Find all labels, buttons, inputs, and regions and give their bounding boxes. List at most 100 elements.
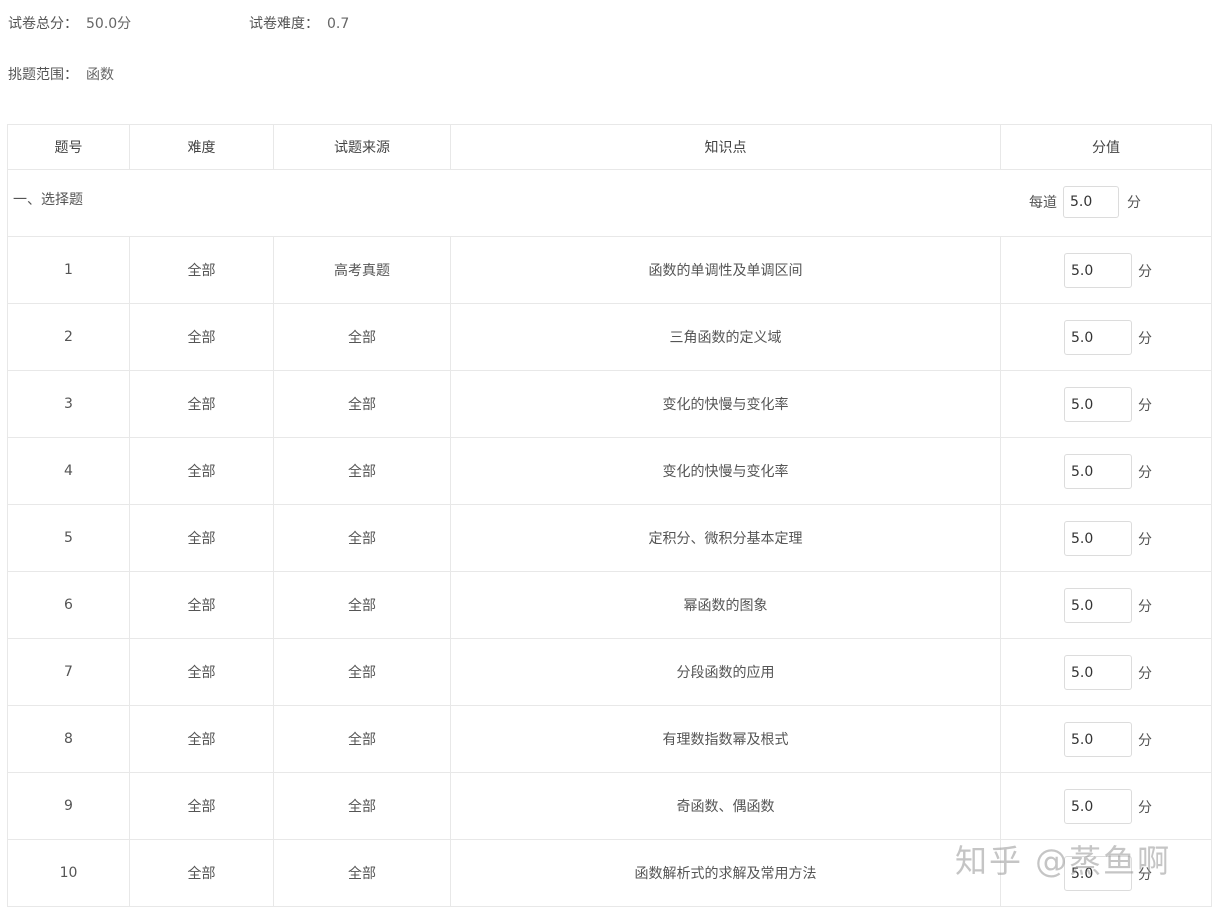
question-score-cell: 分 — [1000, 638, 1212, 706]
question-score-cell: 分 — [1000, 437, 1212, 505]
question-source: 全部 — [273, 571, 451, 639]
question-source: 全部 — [273, 303, 451, 371]
table-row: 4全部全部变化的快慢与变化率分 — [7, 437, 1212, 505]
per-question-unit: 分 — [1127, 195, 1141, 211]
question-score: 分 — [1064, 856, 1152, 891]
question-score-input[interactable] — [1064, 588, 1132, 623]
question-score-input[interactable] — [1064, 387, 1132, 422]
question-score: 分 — [1064, 521, 1152, 556]
question-score-unit: 分 — [1138, 263, 1152, 280]
difficulty-label: 试卷难度： — [249, 16, 319, 32]
total-score-label: 试卷总分： — [8, 16, 78, 32]
question-score-unit: 分 — [1138, 732, 1152, 749]
table-header-row: 题号 难度 试题来源 知识点 分值 — [7, 124, 1212, 170]
question-score: 分 — [1064, 588, 1152, 623]
question-knowledge-point: 函数的单调性及单调区间 — [450, 236, 1001, 304]
question-score: 分 — [1064, 454, 1152, 489]
question-knowledge-point: 三角函数的定义域 — [450, 303, 1001, 371]
question-score-cell: 分 — [1000, 370, 1212, 438]
scope-line: 挑题范围： 函数 — [8, 64, 114, 84]
question-source: 全部 — [273, 638, 451, 706]
header-source: 试题来源 — [273, 124, 451, 170]
question-score-cell: 分 — [1000, 504, 1212, 572]
question-source: 全部 — [273, 370, 451, 438]
question-score-input[interactable] — [1064, 521, 1132, 556]
question-difficulty: 全部 — [129, 638, 274, 706]
question-score-input[interactable] — [1064, 253, 1132, 288]
question-score-cell: 分 — [1000, 772, 1212, 840]
header-knowledge: 知识点 — [450, 124, 1001, 170]
question-score-input[interactable] — [1064, 655, 1132, 690]
question-difficulty: 全部 — [129, 236, 274, 304]
question-score-cell: 分 — [1000, 303, 1212, 371]
question-score: 分 — [1064, 722, 1152, 757]
section-cell: 一、选择题 每道 分 — [7, 169, 1212, 237]
question-score-input[interactable] — [1064, 454, 1132, 489]
table-row: 2全部全部三角函数的定义域分 — [7, 303, 1212, 371]
table-row: 3全部全部变化的快慢与变化率分 — [7, 370, 1212, 438]
question-score-input[interactable] — [1064, 856, 1132, 891]
question-number: 9 — [7, 772, 130, 840]
table-row: 7全部全部分段函数的应用分 — [7, 638, 1212, 706]
question-score-unit: 分 — [1138, 866, 1152, 883]
question-source: 全部 — [273, 437, 451, 505]
question-knowledge-point: 函数解析式的求解及常用方法 — [450, 839, 1001, 907]
question-score: 分 — [1064, 320, 1152, 355]
question-difficulty: 全部 — [129, 437, 274, 505]
question-number: 10 — [7, 839, 130, 907]
difficulty-group: 试卷难度： 0.7 — [249, 13, 349, 33]
question-score: 分 — [1064, 253, 1152, 288]
question-difficulty: 全部 — [129, 571, 274, 639]
per-question-label: 每道 — [1029, 195, 1057, 211]
section-title: 一、选择题 — [13, 192, 83, 208]
per-question-score-input[interactable] — [1063, 186, 1119, 218]
question-source: 全部 — [273, 772, 451, 840]
question-table: 题号 难度 试题来源 知识点 分值 一、选择题 每道 分 1全部高考真题函数的单… — [7, 124, 1212, 907]
question-score-unit: 分 — [1138, 330, 1152, 347]
table-row: 6全部全部幂函数的图象分 — [7, 571, 1212, 639]
question-knowledge-point: 幂函数的图象 — [450, 571, 1001, 639]
table-row: 10全部全部函数解析式的求解及常用方法分 — [7, 839, 1212, 907]
question-score-cell: 分 — [1000, 705, 1212, 773]
question-number: 8 — [7, 705, 130, 773]
question-source: 全部 — [273, 504, 451, 572]
question-knowledge-point: 定积分、微积分基本定理 — [450, 504, 1001, 572]
question-score-input[interactable] — [1064, 320, 1132, 355]
question-difficulty: 全部 — [129, 504, 274, 572]
table-row: 9全部全部奇函数、偶函数分 — [7, 772, 1212, 840]
question-score-unit: 分 — [1138, 531, 1152, 548]
table-row: 5全部全部定积分、微积分基本定理分 — [7, 504, 1212, 572]
question-score-cell: 分 — [1000, 236, 1212, 304]
question-score-cell: 分 — [1000, 839, 1212, 907]
question-knowledge-point: 变化的快慢与变化率 — [450, 370, 1001, 438]
scope-value: 函数 — [86, 67, 114, 83]
table-row: 1全部高考真题函数的单调性及单调区间 分 — [7, 236, 1212, 304]
question-source: 高考真题 — [273, 236, 451, 304]
question-number: 1 — [7, 236, 130, 304]
question-difficulty: 全部 — [129, 370, 274, 438]
question-source: 全部 — [273, 705, 451, 773]
question-difficulty: 全部 — [129, 772, 274, 840]
question-score-unit: 分 — [1138, 799, 1152, 816]
question-source: 全部 — [273, 839, 451, 907]
total-score-value: 50.0分 — [86, 16, 132, 32]
header-number: 题号 — [7, 124, 130, 170]
question-number: 6 — [7, 571, 130, 639]
question-knowledge-point: 有理数指数幂及根式 — [450, 705, 1001, 773]
question-score: 分 — [1064, 789, 1152, 824]
question-score-unit: 分 — [1138, 665, 1152, 682]
table-row: 8全部全部有理数指数幂及根式分 — [7, 705, 1212, 773]
question-knowledge-point: 变化的快慢与变化率 — [450, 437, 1001, 505]
question-score-unit: 分 — [1138, 397, 1152, 414]
question-number: 2 — [7, 303, 130, 371]
question-score-input[interactable] — [1064, 722, 1132, 757]
header-difficulty: 难度 — [129, 124, 274, 170]
question-knowledge-point: 分段函数的应用 — [450, 638, 1001, 706]
question-knowledge-point: 奇函数、偶函数 — [450, 772, 1001, 840]
question-score-input[interactable] — [1064, 789, 1132, 824]
exam-summary-line: 试卷总分： 50.0分 试卷难度： 0.7 — [8, 13, 349, 33]
question-number: 4 — [7, 437, 130, 505]
section-row: 一、选择题 每道 分 — [7, 169, 1212, 237]
difficulty-value: 0.7 — [327, 16, 350, 32]
question-score-cell: 分 — [1000, 571, 1212, 639]
